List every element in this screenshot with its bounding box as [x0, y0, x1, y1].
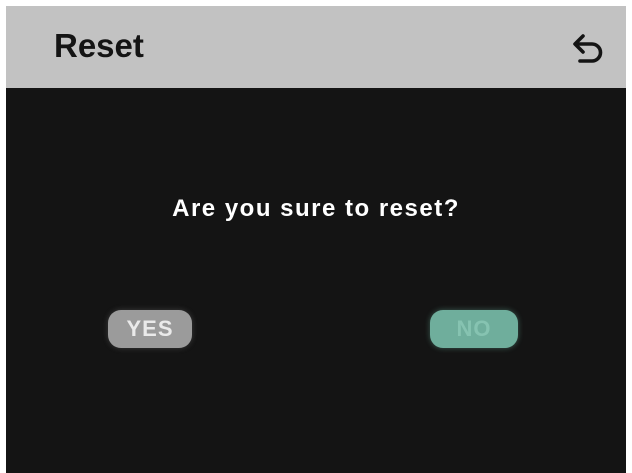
yes-button[interactable]: YES — [108, 310, 192, 348]
confirm-question: Are you sure to reset? — [172, 195, 460, 222]
back-arrow-icon[interactable] — [568, 32, 606, 64]
no-button[interactable]: NO — [430, 310, 518, 348]
reset-screen: Reset Are you sure to reset? YES NO — [6, 6, 626, 473]
page-title: Reset — [54, 27, 144, 64]
header-bar: Reset — [6, 6, 626, 88]
